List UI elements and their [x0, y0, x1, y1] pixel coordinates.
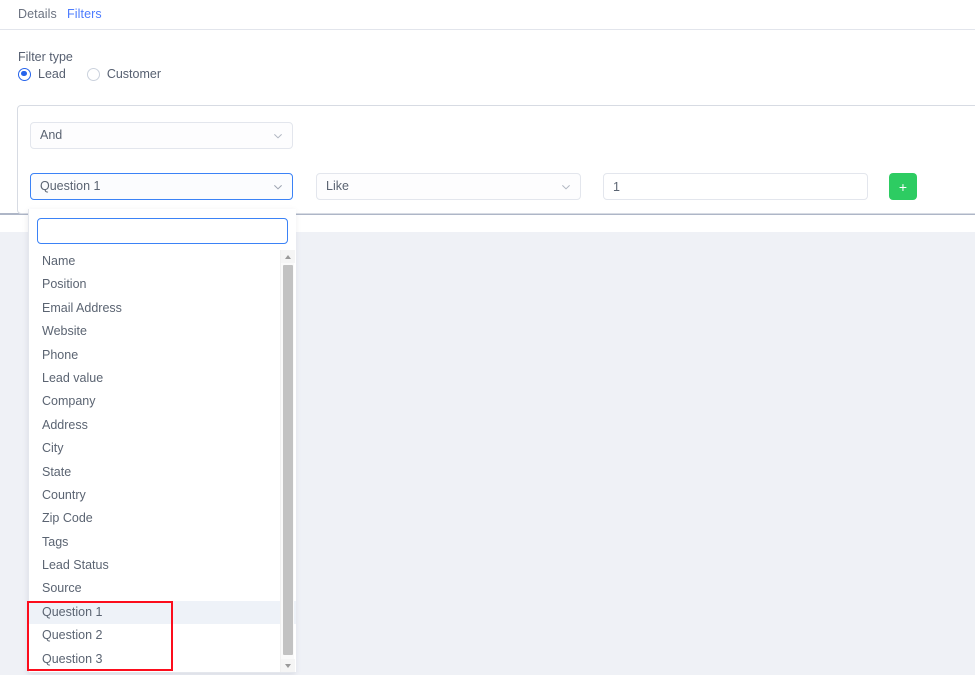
field-select[interactable]: Question 1 — [30, 173, 293, 200]
scroll-up-arrow-icon[interactable] — [281, 250, 295, 263]
dropdown-option[interactable]: Zip Code — [29, 507, 296, 530]
dropdown-search-wrapper — [29, 209, 296, 250]
dropdown-option[interactable]: Lead Status — [29, 554, 296, 577]
dropdown-option[interactable]: Question 1 — [29, 600, 296, 625]
field-select-value: Question 1 — [40, 179, 101, 194]
dropdown-option-list[interactable]: Name Position Email Address Website Phone Lea… — [29, 250, 296, 672]
tab-details[interactable]: Details — [18, 7, 57, 30]
dropdown-option[interactable]: Email Address — [29, 297, 296, 320]
filter-value-input[interactable] — [603, 173, 868, 200]
chevron-down-icon — [561, 182, 571, 192]
dropdown-option[interactable]: Country — [29, 484, 296, 507]
dropdown-option[interactable]: Tags — [29, 531, 296, 554]
radio-option-customer[interactable]: Customer — [86, 67, 161, 81]
scroll-down-arrow-icon[interactable] — [281, 659, 295, 672]
filter-type-radio-group: Lead Customer — [18, 67, 182, 81]
dropdown-option[interactable]: Position — [29, 273, 296, 296]
radio-icon-customer — [86, 67, 100, 81]
dropdown-scrollbar[interactable] — [280, 250, 295, 672]
dropdown-option[interactable]: Question 2 — [29, 624, 296, 647]
tab-filters[interactable]: Filters — [67, 7, 102, 32]
dropdown-option[interactable]: City — [29, 437, 296, 460]
conjunction-select-value: And — [40, 128, 63, 143]
dropdown-option[interactable]: State — [29, 461, 296, 484]
dropdown-option[interactable]: Address — [29, 414, 296, 437]
dropdown-option[interactable]: Source — [29, 577, 296, 600]
dropdown-option[interactable]: Question 3 — [29, 648, 296, 671]
chevron-down-icon — [273, 182, 283, 192]
operator-select-value: Like — [326, 179, 349, 194]
scrollbar-thumb[interactable] — [283, 265, 293, 655]
chevron-down-icon — [273, 131, 283, 141]
dropdown-option[interactable]: Phone — [29, 344, 296, 367]
dropdown-option[interactable]: Company — [29, 390, 296, 413]
tab-bar: Details Filters — [0, 0, 975, 32]
radio-option-lead[interactable]: Lead — [18, 67, 66, 81]
radio-label-customer: Customer — [106, 67, 161, 81]
radio-icon-lead — [18, 67, 31, 81]
add-filter-button[interactable]: + — [889, 173, 917, 200]
dropdown-option[interactable]: Website — [29, 320, 296, 343]
dropdown-option[interactable]: Lead value — [29, 367, 296, 390]
operator-select[interactable]: Like — [316, 173, 581, 200]
dropdown-option[interactable]: Name — [29, 250, 296, 273]
conjunction-select[interactable]: And — [30, 122, 293, 149]
radio-label-lead: Lead — [38, 67, 66, 81]
filter-type-label: Filter type — [18, 50, 73, 64]
dropdown-search-input[interactable] — [37, 218, 288, 244]
field-select-dropdown: Name Position Email Address Website Phone Lea… — [28, 209, 296, 673]
